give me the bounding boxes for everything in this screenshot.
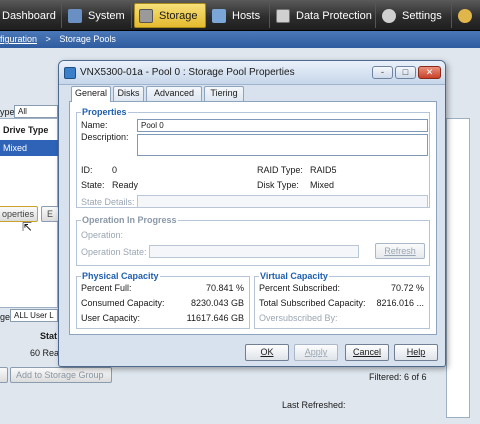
nav-tab-system[interactable]: System — [64, 3, 132, 28]
operation-in-progress-group: Operation In Progress Operation: Operati… — [76, 215, 430, 266]
last-refreshed-label: Last Refreshed: — [282, 400, 346, 410]
status-column-header[interactable]: Stat — [40, 331, 57, 341]
user-capacity-label: User Capacity: — [81, 313, 141, 323]
breadcrumb: figuration > Storage Pools — [0, 31, 480, 48]
support-icon — [458, 8, 472, 23]
settings-icon — [382, 8, 396, 23]
table-cell: 60 Rea — [30, 348, 60, 358]
disk-type-value: Mixed — [310, 180, 335, 190]
properties-group: Properties Name: Pool 0 Description: ID:… — [76, 107, 430, 208]
breadcrumb-separator: > — [45, 34, 51, 44]
general-tab-content: Properties Name: Pool 0 Description: ID:… — [69, 101, 437, 335]
system-icon — [68, 8, 82, 23]
properties-group-title: Properties — [81, 107, 128, 117]
storage-pool-properties-dialog: VNX5300-01a - Pool 0 : Storage Pool Prop… — [58, 60, 446, 367]
hidden-button[interactable] — [0, 367, 8, 383]
refresh-button-label: Refresh — [384, 246, 416, 256]
apply-button-label: Apply — [304, 347, 328, 357]
right-panel — [446, 118, 470, 418]
raid-type-value: RAID5 — [310, 165, 337, 175]
oversubscribed-label: Oversubscribed By: — [259, 313, 338, 323]
ok-button-label: OK — [260, 347, 274, 357]
filtered-count: Filtered: 6 of 6 — [369, 372, 427, 382]
description-field[interactable] — [137, 134, 428, 156]
table-row-selected[interactable]: Mixed — [0, 140, 58, 156]
nav-tab-storage[interactable]: Storage — [134, 3, 206, 28]
total-subscribed-value: 8216.016 ... — [376, 298, 424, 308]
physical-capacity-group: Physical Capacity Percent Full: 70.841 %… — [76, 271, 250, 329]
percent-full-value: 70.841 % — [205, 283, 244, 293]
user-capacity-value: 11617.646 GB — [186, 313, 244, 323]
description-label: Description: — [81, 132, 129, 142]
nav-tab-settings[interactable]: Settings — [378, 3, 452, 28]
nav-tab-label: Hosts — [232, 9, 261, 22]
breadcrumb-current: Storage Pools — [59, 34, 116, 44]
name-label: Name: — [81, 120, 108, 130]
storage-icon — [139, 8, 153, 23]
id-value: 0 — [112, 165, 118, 175]
help-button-label: Help — [406, 347, 426, 357]
disk-type-label: Disk Type: — [257, 180, 299, 190]
state-details-label: State Details: — [81, 197, 135, 207]
nav-tab-hosts[interactable]: Hosts — [208, 3, 270, 28]
filter-label: ge — [0, 312, 11, 322]
nav-tab-label: System — [88, 9, 125, 22]
nav-tab-support[interactable] — [454, 3, 480, 28]
drive-type-column-header[interactable]: Drive Type — [3, 125, 48, 135]
virtual-capacity-title: Virtual Capacity — [259, 271, 329, 281]
hosts-icon — [212, 8, 226, 23]
add-to-storage-group-button[interactable]: Add to Storage Group — [10, 367, 112, 383]
e-button[interactable]: E — [41, 206, 59, 222]
state-details-field — [137, 195, 428, 208]
cancel-button[interactable]: Cancel — [345, 344, 389, 361]
physical-capacity-title: Physical Capacity — [81, 271, 160, 281]
cancel-button-label: Cancel — [352, 347, 381, 357]
dialog-title: VNX5300-01a - Pool 0 : Storage Pool Prop… — [80, 67, 295, 78]
id-label: ID: — [81, 165, 93, 175]
operation-label: Operation: — [81, 230, 124, 240]
tab-general[interactable]: General — [71, 86, 111, 102]
apply-button[interactable]: Apply — [294, 344, 338, 361]
drive-type-cell: Mixed — [3, 143, 28, 153]
dialog-titlebar[interactable]: VNX5300-01a - Pool 0 : Storage Pool Prop… — [59, 61, 445, 85]
percent-full-label: Percent Full: — [81, 283, 132, 293]
data-protection-icon — [276, 8, 290, 23]
consumed-capacity-label: Consumed Capacity: — [81, 298, 165, 308]
ok-button[interactable]: OK — [245, 344, 289, 361]
tab-disks[interactable]: Disks — [113, 86, 144, 101]
help-button[interactable]: Help — [394, 344, 438, 361]
tab-advanced[interactable]: Advanced — [146, 86, 202, 101]
nav-tab-label: Storage — [159, 9, 198, 22]
storage-pool-icon — [64, 67, 76, 79]
consumed-capacity-value: 8230.043 GB — [190, 298, 244, 308]
user-filter-select[interactable]: ALL User L — [10, 309, 58, 322]
mouse-cursor-icon: ⇱ — [22, 220, 33, 234]
type-filter-select[interactable]: All — [14, 105, 58, 118]
type-filter-label: ype — [0, 107, 15, 117]
properties-button[interactable]: operties — [0, 206, 38, 222]
minimize-button[interactable]: - — [372, 66, 393, 79]
nav-tab-data-protection[interactable]: Data Protection — [272, 3, 376, 28]
state-value: Ready — [112, 180, 139, 190]
refresh-button[interactable]: Refresh — [375, 243, 425, 259]
raid-type-label: RAID Type: — [257, 165, 303, 175]
breadcrumb-parent[interactable]: figuration — [0, 34, 37, 44]
close-button[interactable]: ✕ — [418, 66, 441, 79]
operation-state-label: Operation State: — [81, 247, 147, 257]
maximize-button[interactable]: □ — [395, 66, 416, 79]
total-subscribed-label: Total Subscribed Capacity: — [259, 298, 366, 308]
state-label: State: — [81, 180, 105, 190]
top-navigation-bar: Dashboard System Storage Hosts Data Prot… — [0, 0, 480, 31]
nav-tab-dashboard[interactable]: Dashboard — [0, 3, 62, 28]
name-field[interactable]: Pool 0 — [137, 119, 428, 132]
operation-group-title: Operation In Progress — [81, 215, 178, 225]
operation-state-field — [149, 245, 359, 258]
percent-subscribed-value: 70.72 % — [390, 283, 424, 293]
tab-tiering[interactable]: Tiering — [204, 86, 244, 101]
nav-tab-label: Settings — [402, 9, 442, 22]
nav-tab-label: Dashboard — [2, 9, 56, 22]
virtual-capacity-group: Virtual Capacity Percent Subscribed: 70.… — [254, 271, 430, 329]
percent-subscribed-label: Percent Subscribed: — [259, 283, 341, 293]
nav-tab-label: Data Protection — [296, 9, 372, 22]
